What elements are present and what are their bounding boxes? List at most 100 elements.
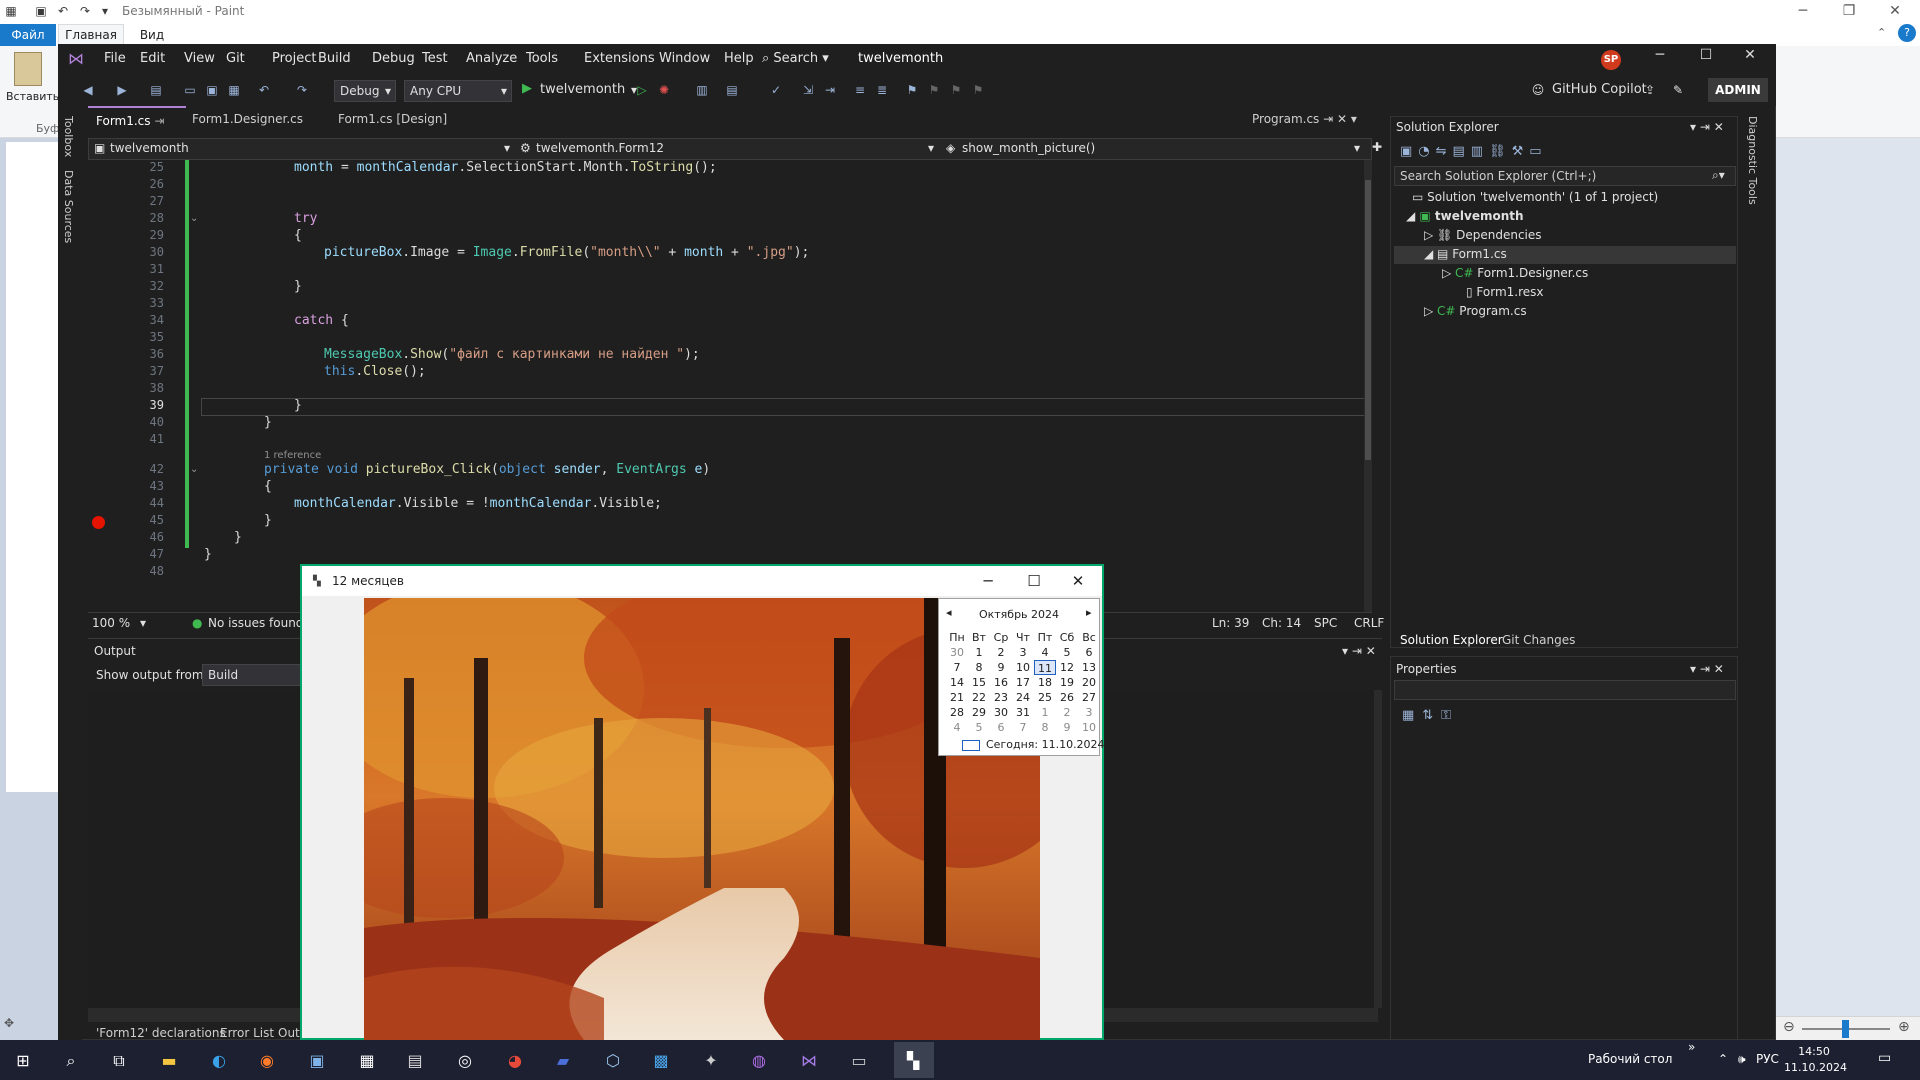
save-all-icon[interactable]: ▦ bbox=[226, 82, 242, 98]
line-number[interactable]: Ln: 39 bbox=[1212, 616, 1249, 630]
menu-test[interactable]: Test bbox=[422, 51, 448, 66]
share-icon[interactable]: ⇪ bbox=[1642, 82, 1658, 98]
remote-desktop-icon[interactable]: ▣ bbox=[304, 1048, 330, 1074]
calendar-day[interactable]: 24 bbox=[1012, 690, 1034, 705]
calendar-day[interactable]: 6 bbox=[990, 720, 1012, 735]
spell-check-icon[interactable]: ✓ bbox=[768, 82, 784, 98]
tab-program-cs[interactable]: Program.cs ⇥ ✕ ▾ ⚙ bbox=[1244, 106, 1372, 152]
calendar-month-title[interactable]: Октябрь 2024 bbox=[938, 608, 1100, 621]
calendar-day[interactable]: 15 bbox=[968, 675, 990, 690]
start-without-debugging-icon[interactable]: ▷ bbox=[634, 82, 650, 98]
menu-tools[interactable]: Tools bbox=[526, 51, 558, 66]
open-file-icon[interactable]: ▭ bbox=[182, 82, 198, 98]
redo-icon[interactable]: ↷ bbox=[78, 4, 92, 18]
undo-icon[interactable]: ↶ bbox=[256, 82, 272, 98]
bottom-tab-error-list[interactable]: Error List bbox=[220, 1026, 274, 1040]
tab-form1-design[interactable]: Form1.cs [Design] bbox=[330, 106, 455, 132]
output-source-dropdown[interactable]: Build bbox=[202, 664, 306, 686]
tab-list-icon[interactable]: ▾ bbox=[1351, 112, 1357, 126]
calendar-day[interactable]: 1 bbox=[968, 645, 990, 660]
clear-bookmarks-icon[interactable]: ⚑ bbox=[970, 82, 986, 98]
calendar-day[interactable]: 14 bbox=[946, 675, 968, 690]
close-icon[interactable]: ✕ bbox=[1337, 112, 1347, 126]
calendar-day[interactable]: 27 bbox=[1078, 690, 1100, 705]
file-explorer-icon[interactable]: ▬ bbox=[156, 1048, 182, 1074]
chevron-down-icon[interactable]: ▾ bbox=[504, 141, 510, 155]
project-dropdown[interactable]: twelvemonth bbox=[110, 141, 189, 155]
app-close-button[interactable]: ✕ bbox=[1058, 568, 1098, 594]
avatar[interactable]: SP bbox=[1601, 50, 1621, 70]
menu-extensions[interactable]: Extensions bbox=[584, 51, 655, 66]
step-over-icon[interactable]: ⇥ bbox=[822, 82, 838, 98]
calendar-day[interactable]: 4 bbox=[946, 720, 968, 735]
pinned-app-icon[interactable]: ✦ bbox=[698, 1048, 724, 1074]
vs-minimize-button[interactable]: ─ bbox=[1646, 47, 1674, 63]
desktop-toolbar-label[interactable]: Рабочий стол bbox=[1588, 1052, 1672, 1066]
calendar-day[interactable]: 20 bbox=[1078, 675, 1100, 690]
calendar-day[interactable]: 12 bbox=[1056, 660, 1078, 675]
search-icon[interactable]: ⌕ bbox=[58, 1048, 84, 1074]
firefox-icon[interactable]: ◉ bbox=[254, 1048, 280, 1074]
paint-restore-button[interactable]: ❐ bbox=[1826, 0, 1872, 24]
next-bookmark-icon[interactable]: ⚑ bbox=[948, 82, 964, 98]
tab-form1-designer[interactable]: Form1.Designer.cs bbox=[184, 106, 311, 132]
menu-file[interactable]: File bbox=[104, 51, 126, 66]
solution-toolbar-icons[interactable]: ▣◔⇋▤▥⛓⚒▭ bbox=[1400, 144, 1548, 159]
calendar-day[interactable]: 22 bbox=[968, 690, 990, 705]
bottom-tab-output[interactable]: Out bbox=[278, 1026, 300, 1040]
calendar-day[interactable]: 21 bbox=[946, 690, 968, 705]
calendar-day[interactable]: 10 bbox=[1078, 720, 1100, 735]
copilot-button[interactable]: GitHub Copilot bbox=[1552, 82, 1647, 97]
save-app-icon[interactable]: ▰ bbox=[550, 1048, 576, 1074]
menu-analyze[interactable]: Analyze bbox=[466, 51, 517, 66]
chevron-down-icon[interactable]: ▾ bbox=[140, 616, 146, 630]
properties-object-dropdown[interactable] bbox=[1394, 680, 1736, 700]
calendar-day[interactable]: 1 bbox=[1034, 705, 1056, 720]
save-icon[interactable]: ▣ bbox=[34, 4, 48, 18]
calendar-day[interactable]: 19 bbox=[1056, 675, 1078, 690]
back-icon[interactable]: ◀ bbox=[80, 82, 96, 98]
calendar-day[interactable]: 2 bbox=[1056, 705, 1078, 720]
language-indicator[interactable]: РУС bbox=[1756, 1052, 1779, 1066]
pin-icon[interactable]: ⇥ bbox=[1323, 112, 1333, 126]
tab-git-changes[interactable]: Git Changes bbox=[1502, 633, 1575, 647]
calendar-next-icon[interactable]: ▸ bbox=[1086, 606, 1092, 619]
calendar-day[interactable]: 5 bbox=[1056, 645, 1078, 660]
twelve-months-taskbar-icon[interactable]: ▚ bbox=[900, 1048, 926, 1074]
calendar-day[interactable]: 8 bbox=[1034, 720, 1056, 735]
collapsed-icon[interactable]: ▷ bbox=[1424, 228, 1437, 242]
paint-canvas[interactable] bbox=[6, 142, 58, 792]
chevron-down-icon[interactable]: ▾ bbox=[928, 141, 934, 155]
whitespace-mode[interactable]: SPC bbox=[1314, 616, 1337, 630]
issues-status[interactable]: No issues found bbox=[208, 616, 303, 630]
expanded-icon[interactable]: ◢ bbox=[1424, 247, 1437, 261]
calendar-day[interactable]: 25 bbox=[1034, 690, 1056, 705]
calculator-icon[interactable]: ▤ bbox=[402, 1048, 428, 1074]
tab-form1-cs[interactable]: Form1.cs ⇥ ✕ bbox=[88, 106, 186, 154]
zoom-dropdown[interactable]: 100 % bbox=[92, 616, 130, 630]
notifications-icon[interactable]: ▭ bbox=[1878, 1050, 1891, 1066]
calendar-day[interactable]: 30 bbox=[946, 645, 968, 660]
code-editor[interactable] bbox=[88, 160, 1372, 612]
paste-icon[interactable] bbox=[14, 52, 42, 86]
help-icon[interactable]: ? bbox=[1898, 24, 1916, 42]
collapsed-icon[interactable]: ▷ bbox=[1442, 266, 1455, 280]
calendar-day[interactable]: 18 bbox=[1034, 675, 1056, 690]
store-icon[interactable]: ▦ bbox=[354, 1048, 380, 1074]
calendar-day[interactable]: 7 bbox=[1012, 720, 1034, 735]
line-ending[interactable]: CRLF bbox=[1354, 616, 1384, 630]
tree-item-form1-resx[interactable]: ▯ Form1.resx bbox=[1466, 285, 1544, 299]
panel-options-icon[interactable]: ▾ ⇥ ✕ bbox=[1690, 662, 1724, 676]
editor-scrollbar-thumb[interactable] bbox=[1365, 180, 1371, 460]
vs-close-button[interactable]: ✕ bbox=[1736, 47, 1764, 63]
move-icon[interactable]: ✥ bbox=[4, 1016, 14, 1030]
calendar-day[interactable]: 31 bbox=[1012, 705, 1034, 720]
calendar-today-label[interactable]: Сегодня: 11.10.2024 bbox=[986, 738, 1105, 751]
forward-icon[interactable]: ▶ bbox=[114, 82, 130, 98]
menu-debug[interactable]: Debug bbox=[372, 51, 415, 66]
solution-search-input[interactable]: Search Solution Explorer (Ctrl+;) bbox=[1394, 166, 1736, 186]
zoom-slider-thumb[interactable] bbox=[1842, 1020, 1849, 1038]
tree-item-form1[interactable]: ◢ ▤ Form1.cs bbox=[1424, 247, 1507, 261]
menu-git[interactable]: Git bbox=[226, 51, 245, 66]
menu-edit[interactable]: Edit bbox=[140, 51, 165, 66]
